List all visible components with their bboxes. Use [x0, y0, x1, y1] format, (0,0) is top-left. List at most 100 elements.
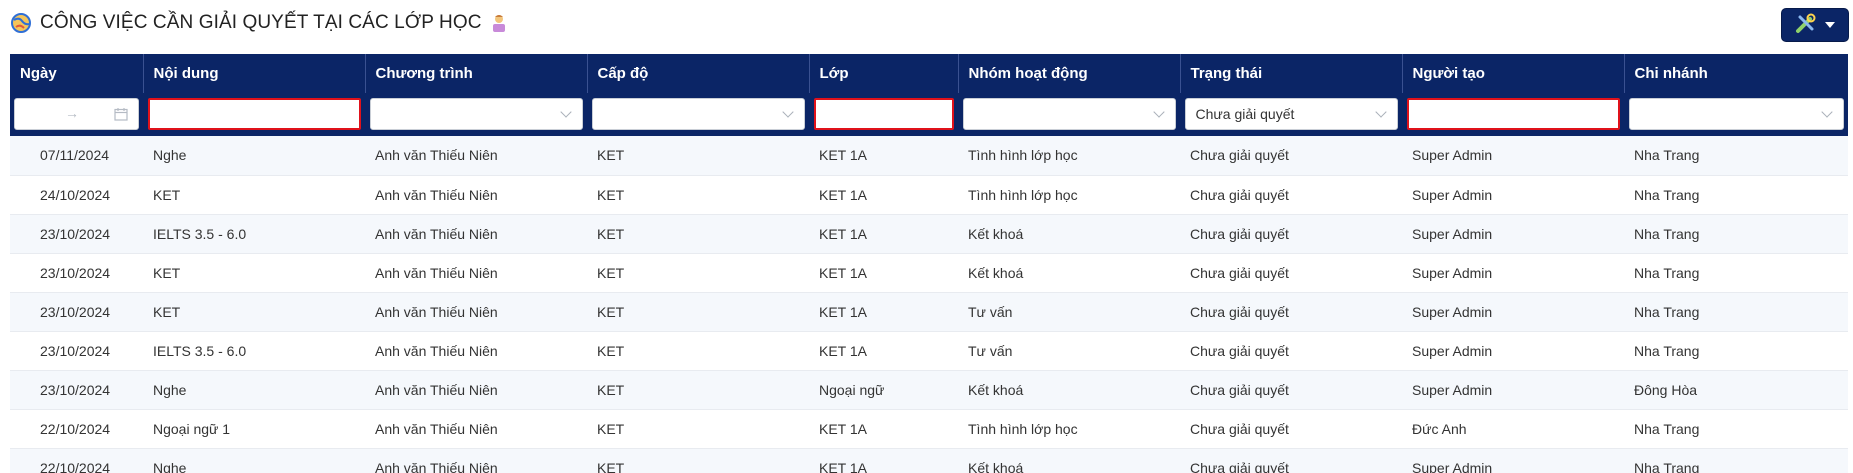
cell-activity-group: Kết khoá: [958, 214, 1180, 254]
filter-row: → Chưa giải quyết: [10, 93, 1848, 136]
cell-level: KET: [587, 292, 809, 332]
column-header-level[interactable]: Cấp độ: [587, 54, 810, 93]
cell-activity-group: Kết khoá: [958, 370, 1180, 410]
cell-date: 23/10/2024: [10, 253, 143, 293]
cell-level: KET: [587, 409, 809, 449]
cell-class: KET 1A: [809, 448, 958, 473]
content-filter-input[interactable]: [147, 98, 361, 130]
cell-creator: Super Admin: [1402, 370, 1624, 410]
cell-program: Anh văn Thiếu Niên: [365, 370, 587, 410]
cell-level: KET: [587, 214, 809, 254]
cell-class: KET 1A: [809, 214, 958, 254]
cell-status: Chưa giải quyết: [1180, 370, 1402, 410]
cell-activity-group: Tư vấn: [958, 292, 1180, 332]
cell-class: KET 1A: [809, 136, 958, 176]
cell-branch: Nha Trang: [1624, 331, 1848, 371]
activity-group-filter-select[interactable]: [962, 98, 1176, 130]
table-row[interactable]: 23/10/2024 KET Anh văn Thiếu Niên KET KET 1A…: [10, 292, 1848, 332]
cell-program: Anh văn Thiếu Niên: [365, 409, 587, 449]
cell-date: 23/10/2024: [10, 214, 143, 254]
cell-program: Anh văn Thiếu Niên: [365, 331, 587, 371]
cell-branch: Nha Trang: [1624, 448, 1848, 473]
column-header-branch[interactable]: Chi nhánh: [1624, 54, 1848, 93]
page-title: CÔNG VIỆC CẦN GIẢI QUYẾT TẠI CÁC LỚP HỌC: [40, 12, 482, 33]
tools-button[interactable]: [1781, 8, 1849, 42]
cell-branch: Nha Trang: [1624, 253, 1848, 293]
arrow-right-icon: →: [65, 105, 79, 121]
column-header-date[interactable]: Ngày: [10, 54, 144, 93]
column-header-program[interactable]: Chương trình: [365, 54, 588, 93]
table-row[interactable]: 22/10/2024 Nghe Anh văn Thiếu Niên KET KET 1…: [10, 448, 1848, 473]
page-header: CÔNG VIỆC CẦN GIẢI QUYẾT TẠI CÁC LỚP HỌC: [10, 10, 508, 36]
status-filter-select[interactable]: Chưa giải quyết: [1184, 98, 1398, 130]
cell-date: 23/10/2024: [10, 331, 143, 371]
cell-status: Chưa giải quyết: [1180, 409, 1402, 449]
branch-filter-select[interactable]: [1628, 98, 1844, 130]
cell-branch: Nha Trang: [1624, 292, 1848, 332]
cell-status: Chưa giải quyết: [1180, 292, 1402, 332]
date-range-filter[interactable]: →: [14, 98, 139, 130]
cell-date: 07/11/2024: [10, 136, 143, 176]
chevron-down-icon: [1820, 106, 1833, 118]
tools-icon: [1795, 12, 1817, 39]
cell-level: KET: [587, 370, 809, 410]
cell-content: IELTS 3.5 - 6.0: [143, 331, 365, 371]
cell-branch: Nha Trang: [1624, 136, 1848, 176]
table-row[interactable]: 24/10/2024 KET Anh văn Thiếu Niên KET KET 1A…: [10, 175, 1848, 215]
cell-content: KET: [143, 253, 365, 293]
table-row[interactable]: 22/10/2024 Ngoại ngữ 1 Anh văn Thiếu Niên K…: [10, 409, 1848, 449]
calendar-icon: [113, 107, 128, 121]
cell-creator: Super Admin: [1402, 214, 1624, 254]
cell-content: KET: [143, 175, 365, 215]
globe-icon: [10, 12, 32, 34]
chevron-down-icon: [559, 106, 572, 118]
cell-content: Nghe: [143, 370, 365, 410]
program-filter-select[interactable]: [369, 98, 583, 130]
cell-class: KET 1A: [809, 331, 958, 371]
cell-creator: Super Admin: [1402, 448, 1624, 473]
table-row[interactable]: 23/10/2024 IELTS 3.5 - 6.0 Anh văn Thiếu N…: [10, 214, 1848, 254]
table-row[interactable]: 23/10/2024 IELTS 3.5 - 6.0 Anh văn Thiếu N…: [10, 331, 1848, 371]
column-header-content[interactable]: Nội dung: [143, 54, 366, 93]
cell-date: 22/10/2024: [10, 409, 143, 449]
cell-date: 23/10/2024: [10, 292, 143, 332]
cell-creator: Super Admin: [1402, 175, 1624, 215]
level-filter-select[interactable]: [591, 98, 805, 130]
creator-filter-input[interactable]: [1406, 98, 1620, 130]
table-row[interactable]: 07/11/2024 Nghe Anh văn Thiếu Niên KET KET 1…: [10, 136, 1848, 176]
cell-class: Ngoại ngữ: [809, 370, 958, 410]
cell-branch: Nha Trang: [1624, 409, 1848, 449]
cell-activity-group: Kết khoá: [958, 448, 1180, 473]
table-body: 07/11/2024 Nghe Anh văn Thiếu Niên KET KET 1…: [10, 136, 1848, 473]
column-header-class[interactable]: Lớp: [809, 54, 959, 93]
chevron-down-icon: [781, 106, 794, 118]
chevron-down-icon: [1152, 106, 1165, 118]
cell-status: Chưa giải quyết: [1180, 448, 1402, 473]
cell-content: IELTS 3.5 - 6.0: [143, 214, 365, 254]
cell-date: 23/10/2024: [10, 370, 143, 410]
cell-activity-group: Tình hình lớp học: [958, 175, 1180, 215]
status-filter-value: Chưa giải quyết: [1195, 106, 1295, 122]
class-filter-input[interactable]: [813, 98, 954, 130]
cell-class: KET 1A: [809, 175, 958, 215]
cell-status: Chưa giải quyết: [1180, 331, 1402, 371]
column-header-status[interactable]: Trạng thái: [1180, 54, 1403, 93]
cell-class: KET 1A: [809, 253, 958, 293]
cell-level: KET: [587, 253, 809, 293]
table-row[interactable]: 23/10/2024 Nghe Anh văn Thiếu Niên KET Ngoại…: [10, 370, 1848, 410]
cell-status: Chưa giải quyết: [1180, 253, 1402, 293]
cell-level: KET: [587, 448, 809, 473]
cell-level: KET: [587, 136, 809, 176]
cell-content: Nghe: [143, 136, 365, 176]
column-header-activity-group[interactable]: Nhóm hoạt động: [958, 54, 1181, 93]
cell-status: Chưa giải quyết: [1180, 136, 1402, 176]
cell-activity-group: Kết khoá: [958, 253, 1180, 293]
table-row[interactable]: 23/10/2024 KET Anh văn Thiếu Niên KET KET 1A…: [10, 253, 1848, 293]
cell-level: KET: [587, 175, 809, 215]
page: CÔNG VIỆC CẦN GIẢI QUYẾT TẠI CÁC LỚP HỌC: [0, 0, 1853, 473]
tasks-table: Ngày Nội dung Chương trình Cấp độ Lớp Nh…: [10, 54, 1848, 473]
chevron-down-icon: [1374, 106, 1387, 118]
column-header-creator[interactable]: Người tạo: [1402, 54, 1625, 93]
cell-branch: Đông Hòa: [1624, 370, 1848, 410]
cell-program: Anh văn Thiếu Niên: [365, 448, 587, 473]
